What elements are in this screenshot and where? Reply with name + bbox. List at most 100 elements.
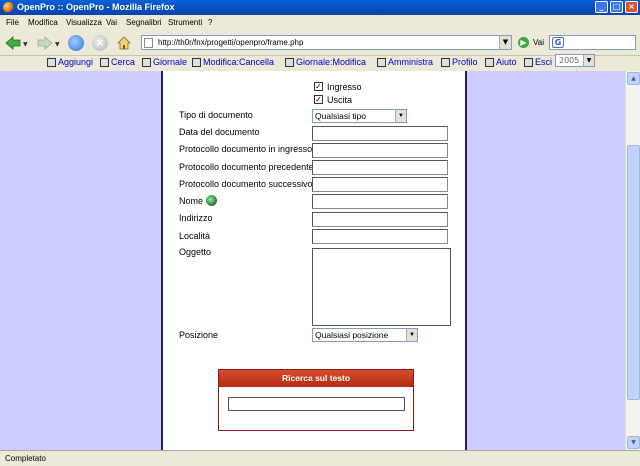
protocollo-ingresso-input[interactable] [312,143,448,158]
close-button[interactable]: × [625,1,638,13]
help-icon [485,57,494,67]
year-value: 2005 [559,56,580,65]
status-bar: Completato [0,450,640,466]
toolbar-esci-label: Esci [535,57,553,67]
url-text: http://th0r/fnx/progetti/openpro/frame.p… [158,38,304,47]
url-dropdown-icon[interactable]: ▼ [499,36,511,49]
localita-label: Località [179,231,211,241]
toolbar-aggiungi-label: Aggiungi [58,57,94,67]
globe-icon[interactable] [206,195,217,206]
data-documento-input[interactable] [312,126,448,141]
forward-icon[interactable] [37,35,53,51]
go-icon[interactable]: ▶ [518,37,529,48]
journal-icon [142,57,151,67]
checkbox-ingresso[interactable]: ✓ [314,82,323,91]
exit-icon [524,57,533,67]
title-bar: OpenPro :: OpenPro - Mozilla Firefox _ □… [0,0,640,15]
menu-segnalibri[interactable]: Segnalibri [126,18,162,27]
google-icon[interactable]: G [552,37,564,48]
toolbar-profilo[interactable]: Profilo [441,57,478,67]
checkbox-ingresso-label: Ingresso [327,82,362,92]
tipo-documento-select[interactable]: Qualsiasi tipo ▼ [312,109,407,123]
toolbar-profilo-label: Profilo [452,57,478,67]
menu-help[interactable]: ? [208,18,212,27]
oggetto-label: Oggetto [179,247,212,257]
menu-modifica[interactable]: Modifica [28,18,58,27]
toolbar-modifica-cancella[interactable]: Modifica:Cancella [192,57,274,67]
indirizzo-label: Indirizzo [179,213,213,223]
firefox-icon [3,2,14,13]
toolbar-giornale-modifica[interactable]: Giornale:Modifica [285,57,366,67]
tipo-documento-value: Qualsiasi tipo [315,111,367,121]
nome-input[interactable] [312,194,448,209]
toolbar-cerca[interactable]: Cerca [100,57,135,67]
toolbar-amministra[interactable]: Amministra [377,57,433,67]
menu-visualizza[interactable]: Visualizza [66,18,102,27]
menu-bar: File Modifica Visualizza Vai Segnalibri … [0,15,640,30]
menu-file[interactable]: File [6,18,19,27]
posizione-label: Posizione [179,330,219,340]
scroll-down-icon[interactable]: ▼ [627,436,640,449]
maximize-button[interactable]: □ [610,1,623,13]
posizione-dropdown-icon[interactable]: ▼ [406,329,417,341]
year-select[interactable]: 2005 ▼ [555,54,595,67]
checkbox-uscita-label: Uscita [327,95,353,105]
toolbar-amministra-label: Amministra [388,57,434,67]
protocollo-ingresso-label: Protocollo documento in ingresso [179,144,313,154]
protocollo-successivo-label: Protocollo documento successivo [179,179,313,189]
ricerca-testo-title: Ricerca sul testo [219,370,413,387]
protocollo-precedente-label: Protocollo documento precedente [179,162,314,172]
tipo-documento-dropdown-icon[interactable]: ▼ [395,110,406,122]
toolbar-cerca-label: Cerca [111,57,136,67]
back-icon[interactable] [5,35,21,51]
scroll-thumb[interactable] [627,145,640,400]
window-title: OpenPro :: OpenPro - Mozilla Firefox [17,2,175,12]
forward-dropdown-icon[interactable]: ▼ [55,41,60,48]
toolbar-aiuto[interactable]: Aiuto [485,57,517,67]
back-dropdown-icon[interactable]: ▼ [23,41,28,48]
edit-icon [192,57,201,67]
tools-icon [377,57,386,67]
minimize-button[interactable]: _ [595,1,608,13]
profile-icon [441,57,450,67]
checkbox-uscita[interactable]: ✓ [314,95,323,104]
journal-edit-icon [285,57,294,67]
tipo-documento-label: Tipo di documento [179,110,253,120]
ricerca-testo-input[interactable] [228,397,405,411]
menu-strumenti[interactable]: Strumenti [168,18,202,27]
protocollo-successivo-input[interactable] [312,177,448,192]
toolbar-esci[interactable]: Esci [524,57,552,67]
toolbar-giornale-label: Giornale [153,57,188,67]
add-icon [47,57,56,67]
address-bar[interactable]: http://th0r/fnx/progetti/openpro/frame.p… [141,35,512,50]
page-icon [144,38,153,48]
status-text: Completato [5,454,46,463]
reload-icon[interactable] [68,35,84,51]
scroll-up-icon[interactable]: ▲ [627,72,640,85]
oggetto-textarea[interactable] [312,248,451,326]
page-content: ✓ Ingresso ✓ Uscita Tipo di documento Qu… [0,71,625,450]
search-input[interactable]: G [549,35,636,50]
protocollo-precedente-input[interactable] [312,160,448,175]
indirizzo-input[interactable] [312,212,448,227]
binoculars-icon [100,57,109,67]
ricerca-testo-box: Ricerca sul testo [218,369,414,431]
toolbar-giornale[interactable]: Giornale [142,57,187,67]
stop-icon[interactable]: × [92,35,108,51]
posizione-select[interactable]: Qualsiasi posizione ▼ [312,328,418,342]
year-dropdown-icon[interactable]: ▼ [583,55,594,66]
toolbar-modifica-cancella-label: Modifica:Cancella [203,57,275,67]
toolbar-aggiungi[interactable]: Aggiungi [47,57,93,67]
menu-vai[interactable]: Vai [106,18,117,27]
toolbar-aiuto-label: Aiuto [496,57,517,67]
nome-label: Nome [179,196,204,206]
app-toolbar: Aggiungi Cerca Giornale Modifica:Cancell… [0,56,640,71]
go-label[interactable]: Vai [533,38,544,47]
localita-input[interactable] [312,229,448,244]
data-documento-label: Data del documento [179,127,260,137]
home-icon[interactable] [116,35,132,51]
search-form-panel: ✓ Ingresso ✓ Uscita Tipo di documento Qu… [161,71,467,450]
posizione-value: Qualsiasi posizione [315,330,389,340]
vertical-scrollbar[interactable]: ▲ ▼ [625,71,640,450]
toolbar-giornale-modifica-label: Giornale:Modifica [296,57,367,67]
